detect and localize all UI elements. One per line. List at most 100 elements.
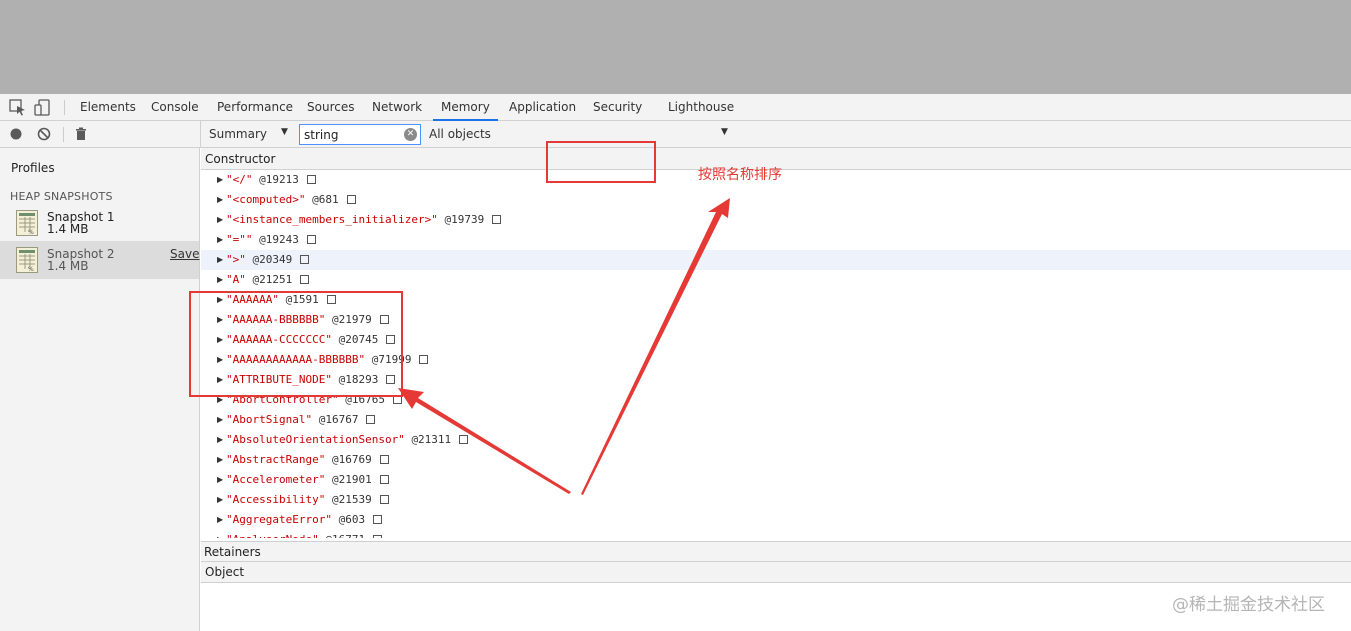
retainers-panel-header[interactable]: Retainers xyxy=(201,541,1351,562)
annotation-box-sort xyxy=(546,141,656,183)
devtools-tab-bar: Elements Console Performance Sources Net… xyxy=(0,94,1351,121)
tab-memory[interactable]: Memory xyxy=(433,94,498,121)
store-as-global-icon[interactable] xyxy=(300,274,310,284)
table-row[interactable]: ▶ "AbstractRange" @16769 xyxy=(201,450,1351,470)
store-as-global-icon[interactable] xyxy=(306,234,316,244)
row-content: ">" @20349 xyxy=(226,250,310,270)
table-row[interactable]: ▶ ">" @20349 xyxy=(201,250,1351,270)
object-id: @21539 xyxy=(331,493,372,506)
snapshot-size: 1.4 MB xyxy=(47,259,89,273)
profiles-title: Profiles xyxy=(11,161,55,175)
class-filter-value: string xyxy=(304,128,339,142)
tab-performance[interactable]: Performance xyxy=(217,94,293,120)
svg-text:%: % xyxy=(28,266,34,273)
store-as-global-icon[interactable] xyxy=(373,534,383,538)
tab-sources[interactable]: Sources xyxy=(307,94,354,120)
save-snapshot-link[interactable]: Save xyxy=(170,247,199,261)
toolbar-divider xyxy=(64,100,65,115)
heap-snapshots-heading: HEAP SNAPSHOTS xyxy=(10,190,113,203)
object-id: @16769 xyxy=(331,453,372,466)
expand-arrow-icon[interactable]: ▶ xyxy=(217,190,223,210)
constructor-name: "AbstractRange" xyxy=(226,453,326,466)
table-row[interactable]: ▶ "AbsoluteOrientationSensor" @21311 xyxy=(201,430,1351,450)
snapshot-item-2[interactable]: % Snapshot 2 1.4 MB Save xyxy=(0,241,199,279)
store-as-global-icon[interactable] xyxy=(379,474,389,484)
store-as-global-icon[interactable] xyxy=(379,454,389,464)
row-content: "</" @19213 xyxy=(226,170,316,190)
store-as-global-icon[interactable] xyxy=(492,214,502,224)
row-content: "Accelerometer" @21901 xyxy=(226,470,389,490)
device-toolbar-icon[interactable] xyxy=(34,99,52,116)
expand-arrow-icon[interactable]: ▶ xyxy=(217,410,223,430)
object-header-label: Object xyxy=(205,565,245,579)
annotation-box-names xyxy=(189,291,403,397)
heap-snapshot-icon: % xyxy=(16,247,38,273)
row-content: "AggregateError" @603 xyxy=(226,510,383,530)
store-as-global-icon[interactable] xyxy=(346,194,356,204)
tab-application[interactable]: Application xyxy=(509,94,576,120)
object-id: @21311 xyxy=(411,433,452,446)
table-row[interactable]: ▶ "AggregateError" @603 xyxy=(201,510,1351,530)
profiles-sidebar: Profiles HEAP SNAPSHOTS % Snapshot 1 1.4… xyxy=(0,148,200,631)
store-as-global-icon[interactable] xyxy=(459,434,469,444)
tab-lighthouse[interactable]: Lighthouse xyxy=(668,94,734,120)
snapshot-item-1[interactable]: % Snapshot 1 1.4 MB xyxy=(0,204,199,242)
expand-arrow-icon[interactable]: ▶ xyxy=(217,470,223,490)
store-as-global-icon[interactable] xyxy=(300,254,310,264)
object-column-header[interactable]: Object xyxy=(201,562,1351,583)
clear-all-icon[interactable] xyxy=(37,127,51,141)
inspect-element-icon[interactable] xyxy=(9,99,27,116)
store-as-global-icon[interactable] xyxy=(366,414,376,424)
view-mode-select[interactable]: Summary ▼ xyxy=(200,121,295,147)
store-as-global-icon[interactable] xyxy=(379,494,389,504)
table-row[interactable]: ▶ "<instance_members_initializer>" @19739 xyxy=(201,210,1351,230)
expand-arrow-icon[interactable]: ▶ xyxy=(217,230,223,250)
constructor-name: "AbortSignal" xyxy=(226,413,313,426)
store-as-global-icon[interactable] xyxy=(419,354,429,364)
row-content: "<computed>" @681 xyxy=(226,190,356,210)
expand-arrow-icon[interactable]: ▶ xyxy=(217,250,223,270)
constructor-name: "<instance_members_initializer>" xyxy=(226,213,438,226)
table-row[interactable]: ▶ "A" @21251 xyxy=(201,270,1351,290)
constructor-name: "="" xyxy=(226,233,253,246)
table-row[interactable]: ▶ "AbortSignal" @16767 xyxy=(201,410,1351,430)
expand-arrow-icon[interactable]: ▶ xyxy=(217,430,223,450)
clear-filter-icon[interactable]: ✕ xyxy=(404,128,417,141)
watermark-text: @稀土掘金技术社区 xyxy=(1172,595,1325,615)
store-as-global-icon[interactable] xyxy=(306,174,316,184)
tab-console[interactable]: Console xyxy=(151,94,199,120)
retainers-label: Retainers xyxy=(204,545,261,559)
expand-arrow-icon[interactable]: ▶ xyxy=(217,170,223,190)
row-content: "="" @19243 xyxy=(226,230,316,250)
expand-arrow-icon[interactable]: ▶ xyxy=(217,530,223,538)
chevron-down-icon: ▼ xyxy=(281,127,288,137)
object-id: @681 xyxy=(312,193,339,206)
row-content: "Accessibility" @21539 xyxy=(226,490,389,510)
object-id: @19243 xyxy=(259,233,299,246)
view-mode-label: Summary xyxy=(209,127,267,141)
expand-arrow-icon[interactable]: ▶ xyxy=(217,510,223,530)
row-content: "A" @21251 xyxy=(226,270,310,290)
constructor-name: "A" xyxy=(226,273,246,286)
expand-arrow-icon[interactable]: ▶ xyxy=(217,210,223,230)
memory-toolbar: Summary ▼ string ✕ All objects ▼ xyxy=(0,121,1351,148)
toolbar-divider xyxy=(63,127,64,142)
class-filter-input[interactable]: string ✕ xyxy=(299,124,421,145)
table-row[interactable]: ▶"AnalyserNode" @16771 xyxy=(201,530,1351,538)
expand-arrow-icon[interactable]: ▶ xyxy=(217,490,223,510)
row-content: "<instance_members_initializer>" @19739 xyxy=(226,210,502,230)
record-icon[interactable] xyxy=(9,127,23,141)
object-id: @16771 xyxy=(325,533,365,538)
expand-arrow-icon[interactable]: ▶ xyxy=(217,270,223,290)
object-id: @21901 xyxy=(331,473,372,486)
table-row[interactable]: ▶ "<computed>" @681 xyxy=(201,190,1351,210)
tab-elements[interactable]: Elements xyxy=(80,94,136,120)
expand-arrow-icon[interactable]: ▶ xyxy=(217,450,223,470)
table-row[interactable]: ▶ "Accessibility" @21539 xyxy=(201,490,1351,510)
table-row[interactable]: ▶ "Accelerometer" @21901 xyxy=(201,470,1351,490)
collect-garbage-icon[interactable] xyxy=(74,127,88,141)
store-as-global-icon[interactable] xyxy=(373,514,383,524)
tab-security[interactable]: Security xyxy=(593,94,642,120)
tab-network[interactable]: Network xyxy=(372,94,422,120)
table-row[interactable]: ▶ "="" @19243 xyxy=(201,230,1351,250)
